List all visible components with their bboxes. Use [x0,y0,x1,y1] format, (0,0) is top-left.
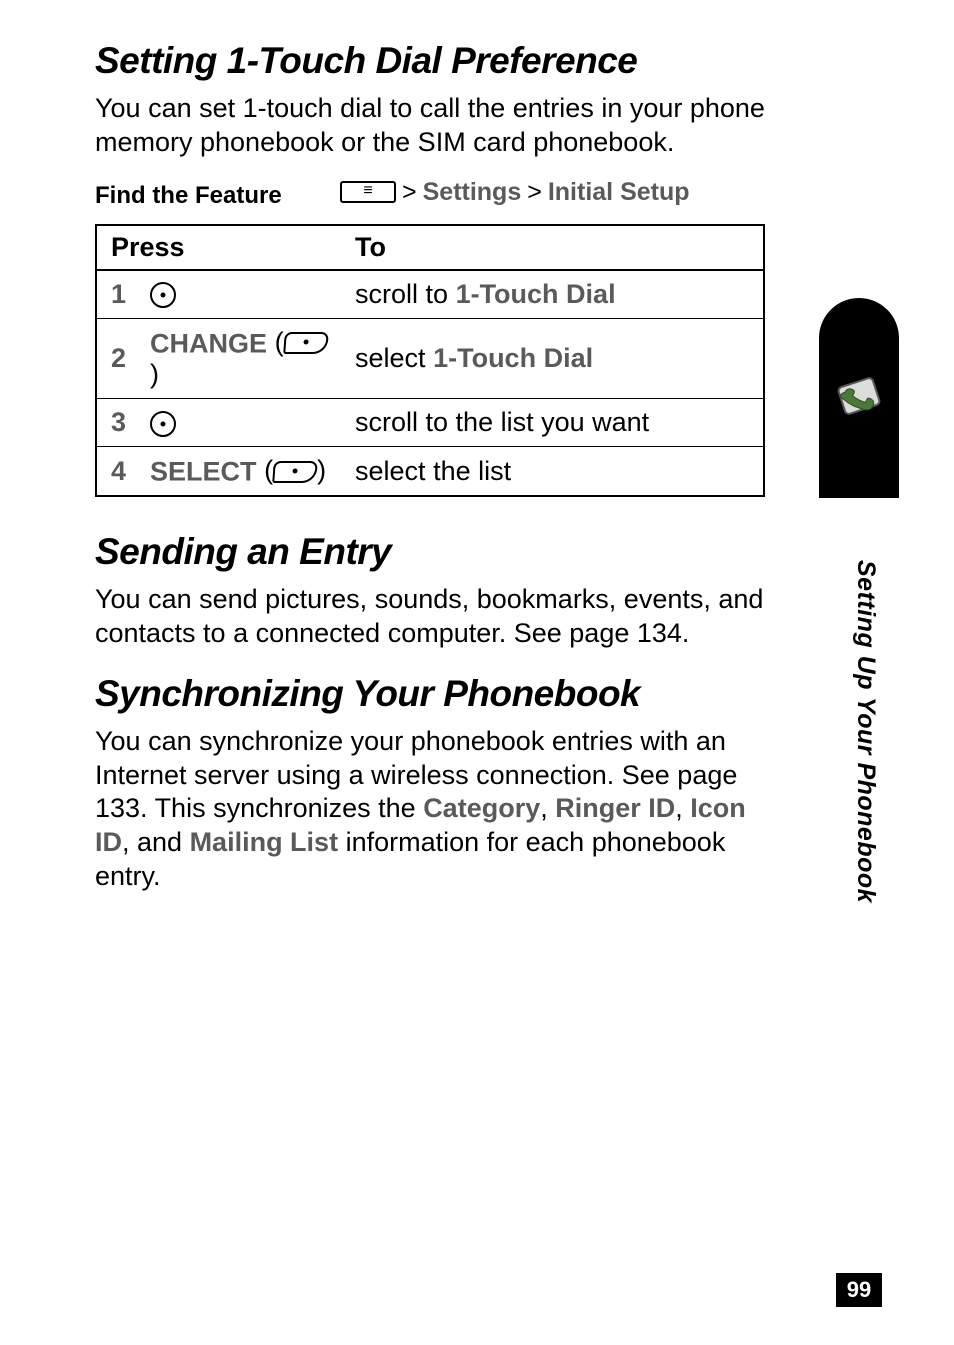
body-sync: You can synchronize your phonebook entri… [95,725,765,894]
sync-term: Category [423,793,540,823]
heading-sending: Sending an Entry [95,531,765,573]
sync-term: Mailing List [190,827,339,857]
col-to: To [341,225,764,270]
to-text: scroll to [355,279,456,309]
sync-comma: , and [122,827,190,857]
heading-sync: Synchronizing Your Phonebook [95,673,765,715]
sync-term: Ringer ID [555,793,675,823]
step-to: select 1-Touch Dial [341,318,764,398]
press-label: SELECT [150,456,257,486]
step-press [136,270,341,319]
path-initial-setup: Initial Setup [548,178,690,207]
step-to: select the list [341,446,764,496]
table-row: 1 scroll to 1-Touch Dial [96,270,764,319]
path-gt: > [402,178,417,207]
table-row: 4 SELECT () select the list [96,446,764,496]
step-num: 1 [96,270,136,319]
body-sending: You can send pictures, sounds, bookmarks… [95,583,765,651]
side-section-label: Setting Up Your Phonebook [851,560,880,903]
step-num: 3 [96,398,136,446]
steps-table: Press To 1 scroll to 1-Touch Dial 2 CHAN… [95,224,765,498]
step-num: 4 [96,446,136,496]
path-gt: > [527,178,542,207]
table-row: 3 scroll to the list you want [96,398,764,446]
paren-close: ) [317,455,326,485]
paren-open: ( [275,327,284,357]
side-tab [819,298,899,498]
softkey-icon [283,332,329,354]
nav-key-icon [150,282,176,308]
step-to: scroll to 1-Touch Dial [341,270,764,319]
find-feature-row: Find the Feature > Settings > Initial Se… [95,178,765,210]
to-text: scroll to the list you want [355,407,649,437]
feature-path: > Settings > Initial Setup [340,178,690,207]
to-bold: 1-Touch Dial [456,279,616,309]
col-press: Press [96,225,341,270]
step-press [136,398,341,446]
step-press: CHANGE () [136,318,341,398]
heading-1touch: Setting 1-Touch Dial Preference [95,40,765,82]
step-to: scroll to the list you want [341,398,764,446]
step-num: 2 [96,318,136,398]
find-feature-label: Find the Feature [95,178,340,210]
path-settings: Settings [423,178,522,207]
table-row: 2 CHANGE () select 1-Touch Dial [96,318,764,398]
paren-close: ) [150,359,159,389]
intro-1touch: You can set 1-touch dial to call the ent… [95,92,765,160]
to-text: select the list [355,456,511,486]
sync-comma: , [540,793,555,823]
menu-key-icon [340,181,396,203]
to-bold: 1-Touch Dial [433,343,593,373]
step-press: SELECT () [136,446,341,496]
page-number: 99 [836,1273,882,1307]
nav-key-icon [150,411,176,437]
phone-card-icon [831,368,887,424]
softkey-icon [272,461,318,483]
to-text: select [355,343,433,373]
press-label: CHANGE [150,328,267,358]
sync-comma: , [675,793,690,823]
